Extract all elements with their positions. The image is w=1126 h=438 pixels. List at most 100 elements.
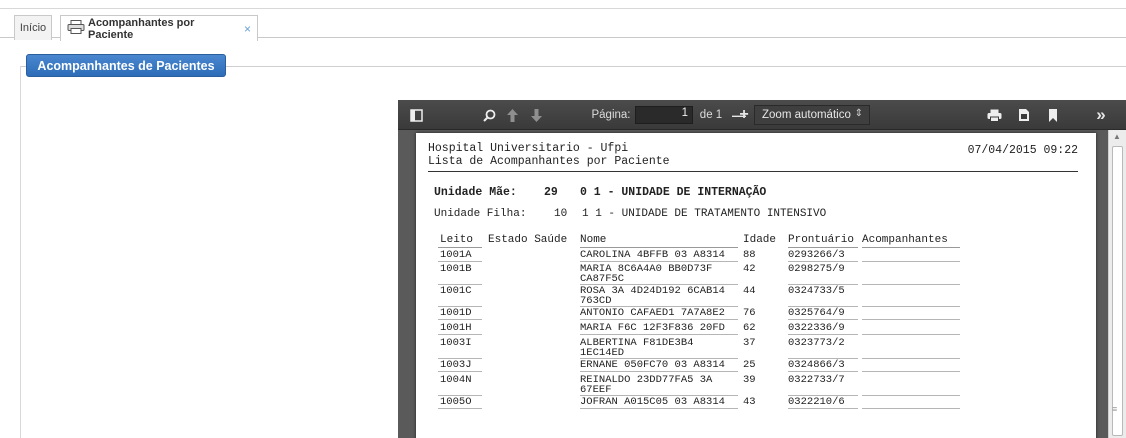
page-count: de 1 [699,109,723,121]
chevron-updown-icon: ⇕ [854,108,863,119]
cell-nome: ANTONIO CAFAED1 7A7A8E2 [580,307,725,319]
row-divider [788,261,858,262]
cell-idade: 25 [743,359,756,371]
tab-home[interactable]: Início [14,15,52,40]
cell-nome: ROSA 3A 4D24D192 6CAB14 763CD [580,285,725,307]
unidade-mae-label: Unidade Mãe: [434,186,517,199]
previous-page-icon[interactable] [502,100,522,130]
print-icon[interactable] [982,100,1006,130]
column-header-nome: Nome [580,234,607,246]
row-divider [862,284,960,285]
page-number-input[interactable]: 1 [635,106,693,124]
more-tools-icon[interactable]: » [1088,100,1114,130]
report-datetime: 07/04/2015 09:22 [967,144,1078,157]
cell-leito: 1001A [440,249,472,261]
cell-idade: 62 [743,322,756,334]
row-divider [788,319,858,320]
cell-leito: 1001B [440,263,472,275]
cell-prontuario: 0293266/3 [788,249,845,261]
report-divider [428,171,1078,172]
column-header-leito: Leito [440,234,474,246]
row-divider [788,334,858,335]
scroll-thumb[interactable] [1112,146,1123,436]
tab-active-label: Acompanhantes por Paciente [88,16,195,41]
cell-leito: 1004N [440,374,472,386]
cell-idade: 39 [743,374,756,386]
cell-nome: JOFRAN A015C05 03 A8314 [580,396,725,408]
cell-leito: 1003I [440,337,472,349]
cell-nome: ERNANE 050FC70 03 A8314 [580,359,725,371]
cell-prontuario: 0322210/6 [788,396,845,408]
search-icon[interactable] [478,100,500,130]
page-label: Página: [591,109,631,121]
zoom-select[interactable]: Zoom automático ⇕ [754,105,870,125]
row-divider [438,371,482,372]
cell-nome: ALBERTINA F81DE3B4 1EC14ED [580,337,694,359]
row-divider [862,334,960,335]
column-header-estado-saude: Estado Saúde [488,234,568,246]
row-divider [438,261,482,262]
cell-idade: 43 [743,396,756,408]
row-divider [438,319,482,320]
tab-acompanhantes-por-paciente[interactable]: Acompanhantes por Paciente × [60,15,258,41]
row-divider [862,358,960,359]
cell-prontuario: 0324733/5 [788,285,845,297]
row-divider [788,371,858,372]
row-divider [862,371,960,372]
download-icon[interactable] [1012,100,1036,130]
cell-prontuario: 0322336/9 [788,322,845,334]
column-header-prontuario: Prontuário [788,234,855,246]
panel-border [20,66,21,438]
unidade-mae-name: 0 1 - UNIDADE DE INTERNAÇÃO [580,186,767,199]
close-icon[interactable]: × [244,22,251,36]
panel-title: Acompanhantes de Pacientes [26,54,226,77]
unidade-filha-name: 1 1 - UNIDADE DE TRATAMENTO INTENSIVO [582,208,827,220]
tab-home-label: Início [19,22,47,34]
cell-nome: CAROLINA 4BFFB 03 A8314 [580,249,725,261]
report-hospital: Hospital Universitario - Ufpi [428,142,629,155]
unidade-filha-code: 10 [554,208,568,220]
printer-icon [67,20,88,37]
cell-idade: 42 [743,263,756,275]
row-divider [580,261,738,262]
column-header-idade: Idade [743,234,777,246]
cell-nome: MARIA F6C 12F3F836 20FD [580,322,725,334]
cell-leito: 1003J [440,359,472,371]
tab-bar: Início Acompanhantes por Paciente × [0,8,1126,41]
next-page-icon[interactable] [526,100,546,130]
zoom-in-button[interactable]: + [734,100,754,130]
row-divider [580,319,738,320]
unidade-mae-code: 29 [544,186,558,199]
cell-nome: REINALDO 23DD77FA5 3A 67EEF [580,374,713,396]
cell-idade: 37 [743,337,756,349]
row-divider [862,408,960,409]
cell-prontuario: 0298275/9 [788,263,845,275]
cell-nome: MARIA 8C6A4A0 BB0D73F CA87F5C [580,263,713,285]
cell-leito: 1001C [440,285,472,297]
cell-leito: 1001D [440,307,472,319]
cell-idade: 44 [743,285,756,297]
row-divider [438,334,482,335]
bookmark-icon[interactable] [1042,100,1064,130]
screen: Início Acompanhantes por Paciente × Acom… [0,0,1126,438]
zoom-select-value: Zoom automático [762,109,851,121]
pdf-scrollbar[interactable]: ▲ ≡ [1108,130,1126,438]
scroll-up-icon[interactable]: ▲ [1113,132,1121,141]
cell-idade: 88 [743,249,756,261]
unidade-filha-label: Unidade Filha: [434,208,527,220]
cell-prontuario: 0323773/2 [788,337,845,349]
column-header-acompanhantes: Acompanhantes [862,234,948,246]
pdf-page: Hospital Universitario - Ufpi Lista de A… [416,133,1096,438]
row-divider [788,408,858,409]
row-divider [438,408,482,409]
sidebar-toggle-icon[interactable] [404,100,428,130]
grip-icon: ≡ [1112,404,1118,414]
cell-prontuario: 0325764/9 [788,307,845,319]
pdf-toolbar: Página: 1 de 1 — Zoom automático ⇕ + » [398,100,1126,130]
report-subtitle: Lista de Acompanhantes por Paciente [428,155,670,168]
row-divider [580,334,738,335]
cell-prontuario: 0322733/7 [788,374,845,386]
cell-prontuario: 0324866/3 [788,359,845,371]
cell-idade: 76 [743,307,756,319]
row-divider [862,395,960,396]
